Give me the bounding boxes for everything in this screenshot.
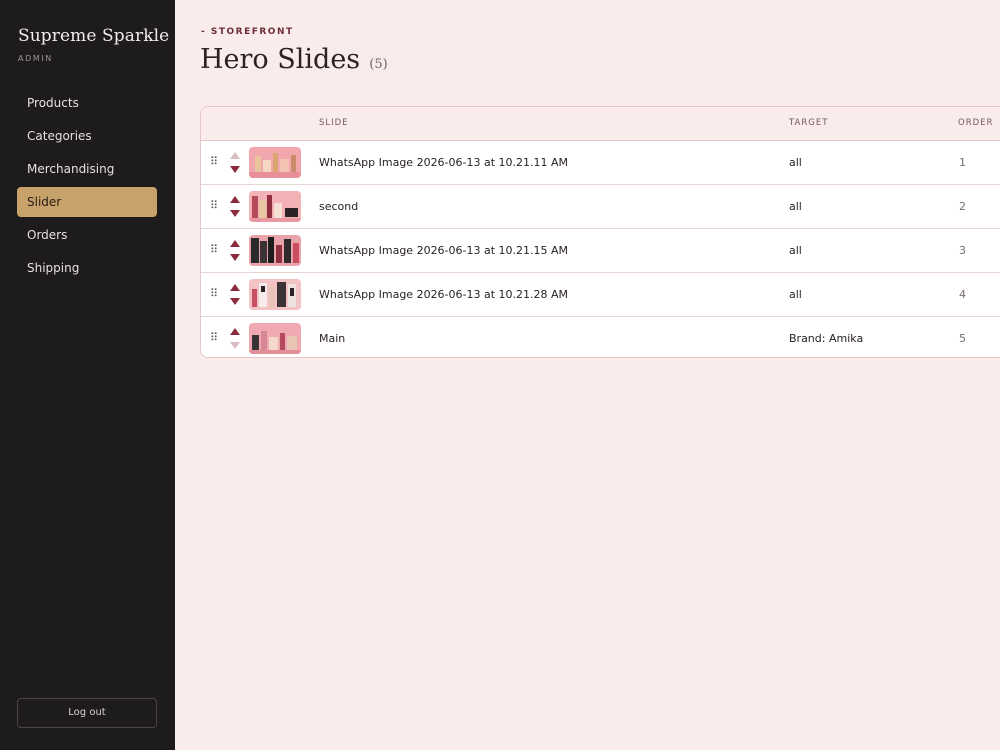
move-up-icon[interactable]	[230, 328, 240, 335]
slides-table: SLIDE TARGET ORDER ⠿ WhatsApp Image 2026…	[200, 106, 1000, 358]
table-row: ⠿ Main Brand: Amika 5	[201, 317, 1000, 357]
slide-name[interactable]: WhatsApp Image 2026-06-13 at 10.21.11 AM	[319, 141, 568, 184]
column-header-target: TARGET	[789, 118, 829, 128]
slide-thumbnail	[249, 323, 301, 354]
move-up-icon[interactable]	[230, 240, 240, 247]
slide-count: (5)	[369, 57, 388, 72]
move-up-icon[interactable]	[230, 284, 240, 291]
slide-thumbnail	[249, 147, 301, 178]
sidebar-item-categories[interactable]: Categories	[17, 121, 157, 151]
section-eyebrow: - STOREFRONT	[201, 27, 294, 37]
slide-thumbnail	[249, 235, 301, 266]
sidebar-item-products[interactable]: Products	[17, 88, 157, 118]
drag-handle-icon[interactable]: ⠿	[210, 244, 219, 256]
drag-handle-icon[interactable]: ⠿	[210, 288, 219, 300]
table-header: SLIDE TARGET ORDER	[201, 107, 1000, 141]
sidebar-item-shipping[interactable]: Shipping	[17, 253, 157, 283]
slide-thumbnail	[249, 279, 301, 310]
table-row: ⠿ WhatsApp Image 2026-06-13 at 10.21.28 …	[201, 273, 1000, 317]
slide-name[interactable]: Main	[319, 317, 345, 357]
slide-target: Brand: Amika	[789, 332, 864, 345]
move-down-icon[interactable]	[230, 254, 240, 261]
slide-thumbnail	[249, 191, 301, 222]
slide-target: all	[789, 156, 802, 169]
slide-name[interactable]: WhatsApp Image 2026-06-13 at 10.21.28 AM	[319, 273, 568, 316]
move-down-icon[interactable]	[230, 298, 240, 305]
slide-target: all	[789, 288, 802, 301]
sidebar-item-merchandising[interactable]: Merchandising	[17, 154, 157, 184]
slide-name[interactable]: WhatsApp Image 2026-06-13 at 10.21.15 AM	[319, 229, 568, 272]
title-row: Hero Slides (5)	[200, 44, 388, 75]
slide-target: all	[789, 244, 802, 257]
page-title: Hero Slides	[200, 44, 361, 75]
sidebar-nav: Products Categories Merchandising Slider…	[17, 88, 157, 286]
move-down-icon[interactable]	[230, 210, 240, 217]
slide-order: 1	[959, 156, 966, 169]
slide-order: 4	[959, 288, 966, 301]
drag-handle-icon[interactable]: ⠿	[210, 200, 219, 212]
slide-order: 5	[959, 332, 966, 345]
brand-subtitle: ADMIN	[18, 54, 53, 63]
slide-name[interactable]: second	[319, 185, 358, 228]
move-down-icon[interactable]	[230, 342, 240, 349]
sidebar: Supreme Sparkle ADMIN Products Categorie…	[0, 0, 175, 750]
table-row: ⠿ second all 2	[201, 185, 1000, 229]
sidebar-item-slider[interactable]: Slider	[17, 187, 157, 217]
slide-order: 2	[959, 200, 966, 213]
move-up-icon[interactable]	[230, 196, 240, 203]
slide-target: all	[789, 200, 802, 213]
table-row: ⠿ WhatsApp Image 2026-06-13 at 10.21.11 …	[201, 141, 1000, 185]
column-header-slide: SLIDE	[319, 118, 349, 128]
drag-handle-icon[interactable]: ⠿	[210, 332, 219, 344]
column-header-order: ORDER	[958, 118, 994, 128]
move-up-icon[interactable]	[230, 152, 240, 159]
move-down-icon[interactable]	[230, 166, 240, 173]
table-row: ⠿ WhatsApp Image 2026-06-13 at 10.21.15 …	[201, 229, 1000, 273]
drag-handle-icon[interactable]: ⠿	[210, 156, 219, 168]
sidebar-item-orders[interactable]: Orders	[17, 220, 157, 250]
slide-order: 3	[959, 244, 966, 257]
logout-button[interactable]: Log out	[17, 698, 157, 728]
brand-name[interactable]: Supreme Sparkle	[18, 26, 169, 46]
